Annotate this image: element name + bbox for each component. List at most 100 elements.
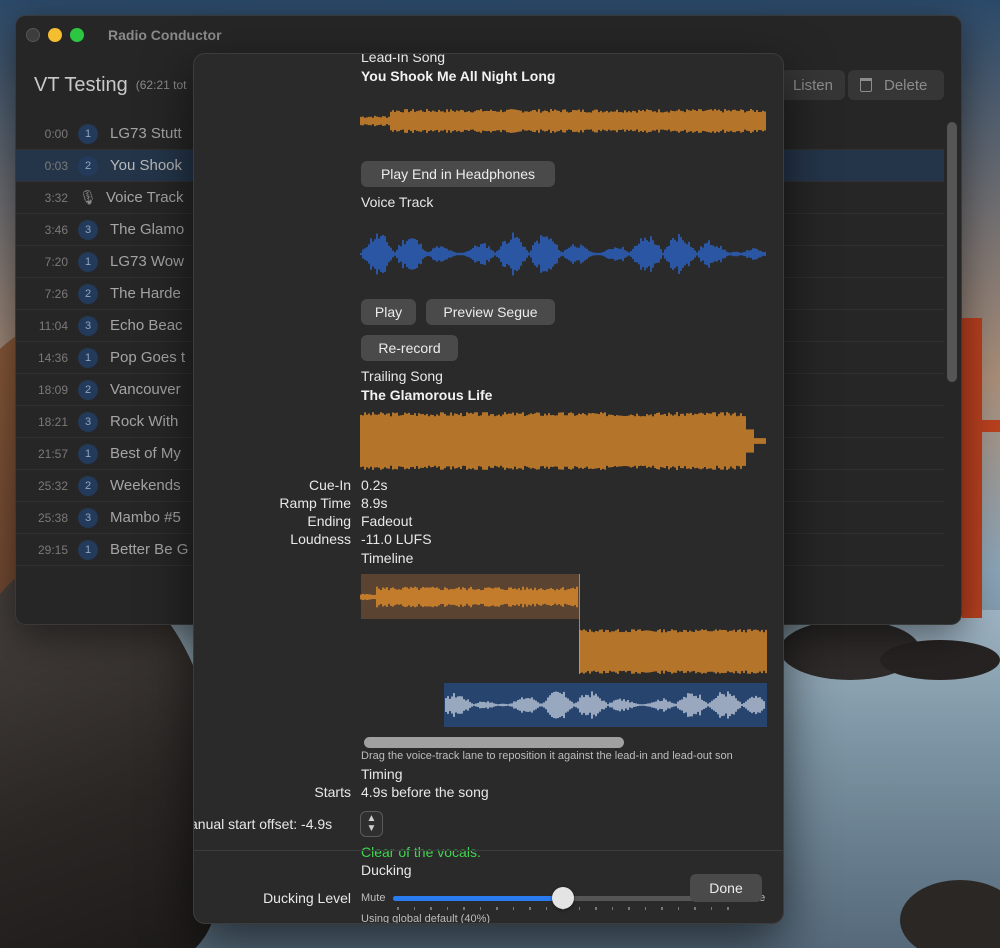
cue-in-value: 0.2s	[361, 477, 388, 493]
category-badge: 2	[78, 379, 98, 400]
re-record-label: Re-record	[378, 340, 441, 356]
lead-in-waveform	[360, 109, 766, 133]
category-badge: 3	[78, 219, 98, 240]
timeline-heading: Timeline	[361, 550, 414, 566]
timeline-lead-in-waveform	[360, 586, 578, 608]
voice-track-sheet: Lead-In Song You Shook Me All Night Long…	[193, 53, 784, 924]
category-badge: 3	[78, 507, 98, 528]
row-title: Rock With	[110, 413, 179, 430]
ducking-level-slider-knob[interactable]	[552, 887, 574, 909]
done-label: Done	[709, 880, 743, 896]
zoom-window-button[interactable]	[70, 28, 84, 42]
lead-in-title: You Shook Me All Night Long	[361, 68, 556, 84]
cue-in-label: Cue-In	[308, 477, 351, 493]
minimize-window-button[interactable]	[48, 28, 62, 42]
row-title: The Harde	[110, 285, 181, 302]
category-badge: 3	[78, 315, 98, 336]
slider-tick	[628, 907, 630, 910]
timeline-scrollbar[interactable]	[364, 737, 624, 748]
slider-tick	[677, 907, 680, 910]
timeline-trailing-waveform	[579, 629, 767, 674]
done-button[interactable]: Done	[690, 874, 762, 902]
lead-in-heading: Lead-In Song	[361, 53, 446, 65]
start-offset-stepper[interactable]: ▲ ▼	[360, 811, 383, 837]
slider-tick	[430, 907, 432, 910]
timeline-hint: Drag the voice-track lane to reposition …	[361, 750, 733, 762]
re-record-button[interactable]: Re-record	[361, 335, 458, 361]
slider-tick	[727, 907, 729, 910]
row-title: The Glamo	[110, 221, 185, 238]
row-start-time: 14:36	[37, 350, 68, 365]
ducking-level-label: Ducking Level	[263, 890, 351, 906]
ending-label: Ending	[307, 513, 351, 529]
row-title: Mambo #5	[110, 509, 181, 526]
trailing-song-waveform	[360, 412, 766, 470]
loudness-value: -11.0 LUFS	[361, 531, 432, 547]
voice-track-waveform	[360, 232, 766, 276]
delete-button[interactable]: Delete	[848, 70, 944, 100]
ramp-time-value: 8.9s	[361, 495, 388, 511]
listen-button[interactable]: Listen	[781, 70, 845, 100]
slider-tick	[397, 907, 399, 910]
play-end-in-headphones-label: Play End in Headphones	[380, 166, 536, 182]
row-start-time: 0:03	[44, 158, 68, 173]
row-start-time: 7:26	[44, 286, 68, 301]
slider-tick	[578, 907, 581, 910]
row-title: Better Be G	[110, 541, 189, 558]
preview-segue-button[interactable]: Preview Segue	[426, 299, 555, 325]
slider-tick	[661, 907, 663, 910]
slider-min-label: Mute	[361, 892, 386, 904]
timing-heading: Timing	[361, 766, 403, 782]
microphone-icon: 🎙	[79, 189, 97, 205]
ending-value: Fadeout	[361, 513, 413, 529]
row-start-time: 21:57	[37, 446, 68, 461]
slider-tick	[496, 907, 498, 910]
row-title: Weekends	[110, 477, 181, 494]
voice-track-heading: Voice Track	[361, 194, 434, 210]
rock	[880, 640, 1000, 680]
category-badge: 1	[78, 443, 98, 464]
row-start-time: 18:21	[37, 414, 68, 429]
slider-tick	[446, 907, 449, 910]
row-title: Best of My	[110, 445, 181, 462]
preview-segue-label: Preview Segue	[443, 304, 538, 320]
row-start-time: 7:20	[44, 254, 68, 269]
category-badge: 2	[78, 283, 98, 304]
category-badge: 1	[78, 539, 98, 560]
manual-start-offset-label: anual start offset: -4.9s	[193, 816, 333, 832]
play-label: Play	[374, 304, 403, 320]
starts-value: 4.9s before the song	[361, 784, 489, 800]
trailing-song-title: The Glamorous Life	[361, 387, 493, 403]
row-title: LG73 Wow	[110, 253, 184, 270]
play-end-in-headphones-button[interactable]: Play End in Headphones	[361, 161, 555, 187]
category-badge: 2	[78, 475, 98, 496]
row-title: Echo Beac	[110, 317, 183, 334]
slider-tick	[479, 907, 482, 910]
row-start-time: 25:32	[37, 478, 68, 493]
slider-fill	[393, 896, 563, 901]
trailing-song-heading: Trailing Song	[361, 368, 443, 384]
play-button[interactable]: Play	[361, 299, 416, 325]
slider-tick	[529, 907, 531, 910]
starts-label: Starts	[314, 784, 351, 800]
row-title: LG73 Stutt	[110, 125, 182, 142]
playlist-scrollbar[interactable]	[947, 122, 957, 382]
timeline-voice-track-waveform[interactable]	[445, 690, 766, 720]
row-start-time: 3:32	[44, 190, 68, 205]
close-window-button[interactable]	[26, 28, 40, 42]
ducking-heading: Ducking	[361, 862, 412, 878]
category-badge: 1	[78, 251, 98, 272]
divider	[194, 850, 783, 851]
row-start-time: 0:00	[44, 126, 68, 141]
slider-tick	[463, 907, 465, 910]
slider-tick	[512, 907, 515, 910]
ramp-time-label: Ramp Time	[279, 495, 351, 511]
slider-tick	[644, 907, 647, 910]
loudness-label: Loudness	[290, 531, 351, 547]
category-badge: 3	[78, 411, 98, 432]
row-title: Pop Goes t	[110, 349, 186, 366]
chevron-down-icon[interactable]: ▼	[367, 824, 377, 834]
slider-tick	[694, 907, 696, 910]
row-start-time: 3:46	[44, 222, 68, 237]
category-badge: 1	[78, 123, 98, 144]
